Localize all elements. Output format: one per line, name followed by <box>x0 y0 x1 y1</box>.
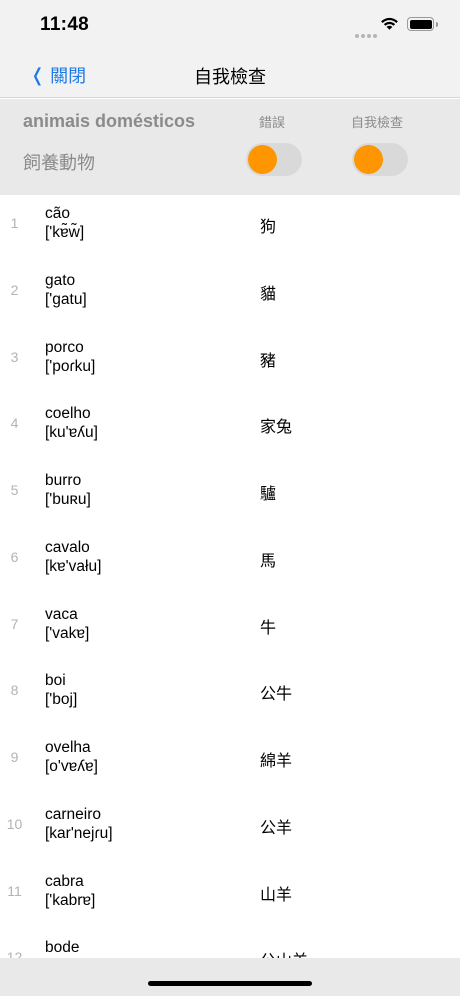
row-translation: 綿羊 <box>260 753 293 770</box>
row-word: carneiro <box>45 805 101 823</box>
row-pronunciation: [o'vɐʎɐ] <box>45 758 98 775</box>
list-item[interactable]: 7 vaca ['vakɐ] 牛 <box>0 596 460 663</box>
row-translation: 狗 <box>260 219 277 236</box>
row-number: 9 <box>10 749 19 765</box>
cellular-signal-icon <box>355 25 379 43</box>
row-number: 10 <box>6 815 23 832</box>
row-number: 8 <box>10 682 19 699</box>
row-number: 6 <box>10 548 19 565</box>
toggle-knob <box>248 145 277 174</box>
row-word: cão <box>45 205 70 222</box>
list-item[interactable]: 11 cabra ['kabrɐ] 山羊 <box>0 863 460 930</box>
wifi-icon <box>381 17 398 30</box>
row-translation: 貓 <box>260 285 277 303</box>
list-item[interactable]: 2 gato ['gatu] 貓 <box>0 262 460 329</box>
row-translation: 家兔 <box>260 419 293 437</box>
list-item[interactable]: 3 porco ['poɾku] 豬 <box>0 329 460 396</box>
row-number: 5 <box>10 482 19 498</box>
row-translation: 牛 <box>260 619 277 637</box>
row-pronunciation: [kɐ'vału] <box>45 557 102 575</box>
row-word: ovelha <box>45 739 91 756</box>
row-translation: 公山羊 <box>260 947 308 958</box>
row-number: 4 <box>10 415 19 432</box>
row-number: 1 <box>10 215 19 231</box>
row-pronunciation: ['buʀu] <box>45 491 91 508</box>
toggle-knob <box>354 145 383 174</box>
row-word: cabra <box>45 872 84 890</box>
navigation-bar: ❬ 關閉 自我檢查 <box>0 50 460 98</box>
row-pronunciation: ['poɾku] <box>45 357 96 375</box>
row-word: porco <box>45 338 84 356</box>
lesson-subtitle: 飼養動物 <box>23 153 95 173</box>
row-pronunciation: ['vakɐ] <box>45 624 90 642</box>
list-item[interactable]: 5 burro ['buʀu] 驢 <box>0 462 460 529</box>
row-number: 11 <box>7 882 22 899</box>
row-word: burro <box>45 472 82 489</box>
row-translation: 公牛 <box>260 686 293 704</box>
row-translation: 馬 <box>260 552 277 570</box>
row-translation: 驢 <box>260 486 277 503</box>
row-number: 12 <box>6 949 23 958</box>
list-item[interactable]: 1 cão ['kɐ̃w̃] 狗 <box>0 195 460 262</box>
row-pronunciation: ['gatu] <box>45 290 87 308</box>
list-item[interactable]: 8 boi ['boj] 公牛 <box>0 662 460 729</box>
row-number: 7 <box>10 615 19 632</box>
row-word: bode <box>45 939 80 957</box>
list-item[interactable]: 9 ovelha [o'vɐʎɐ] 綿羊 <box>0 729 460 796</box>
selfcheck-toggle-label: 自我檢查 <box>350 115 403 130</box>
lesson-title: animais domésticos <box>23 111 196 131</box>
battery-icon <box>407 17 438 31</box>
row-word: gato <box>45 271 76 289</box>
row-word: boi <box>45 672 66 690</box>
row-word: coelho <box>45 405 91 423</box>
row-pronunciation: [kar'nejɾu] <box>45 824 113 842</box>
row-pronunciation: ['kabrɐ] <box>45 891 96 909</box>
row-word: vaca <box>45 605 78 623</box>
status-time: 11:48 <box>40 14 90 35</box>
selfcheck-toggle[interactable] <box>352 143 408 176</box>
page-title: 自我檢查 <box>194 67 266 87</box>
home-indicator-area <box>0 958 460 996</box>
home-indicator[interactable] <box>148 981 312 986</box>
row-translation: 豬 <box>260 352 277 370</box>
status-bar: 11:48 <box>0 0 460 50</box>
list-item[interactable]: 4 coelho [ku'ɐʎu] 家兔 <box>0 395 460 462</box>
lesson-header: animais domésticos 飼養動物 錯誤 自我檢查 <box>0 99 460 195</box>
word-list[interactable]: 1 cão ['kɐ̃w̃] 狗 2 gato ['gatu] 貓 3 porco ['poɾku]… <box>0 195 460 958</box>
row-pronunciation: ['kɐ̃w̃] <box>45 224 85 241</box>
list-item[interactable]: 6 cavalo [kɐ'vału] 馬 <box>0 529 460 596</box>
list-item[interactable]: 10 carneiro [kar'nejɾu] 公羊 <box>0 796 460 863</box>
list-item[interactable]: 12 bode 公山羊 <box>0 929 460 958</box>
row-word: cavalo <box>45 538 90 556</box>
error-toggle-label: 錯誤 <box>258 115 285 130</box>
row-number: 2 <box>10 281 19 298</box>
row-translation: 公羊 <box>260 819 293 837</box>
row-translation: 山羊 <box>260 886 293 904</box>
row-pronunciation: ['boj] <box>45 691 78 709</box>
error-toggle[interactable] <box>246 143 302 176</box>
row-number: 3 <box>10 348 19 365</box>
row-pronunciation: [ku'ɐʎu] <box>45 424 98 442</box>
